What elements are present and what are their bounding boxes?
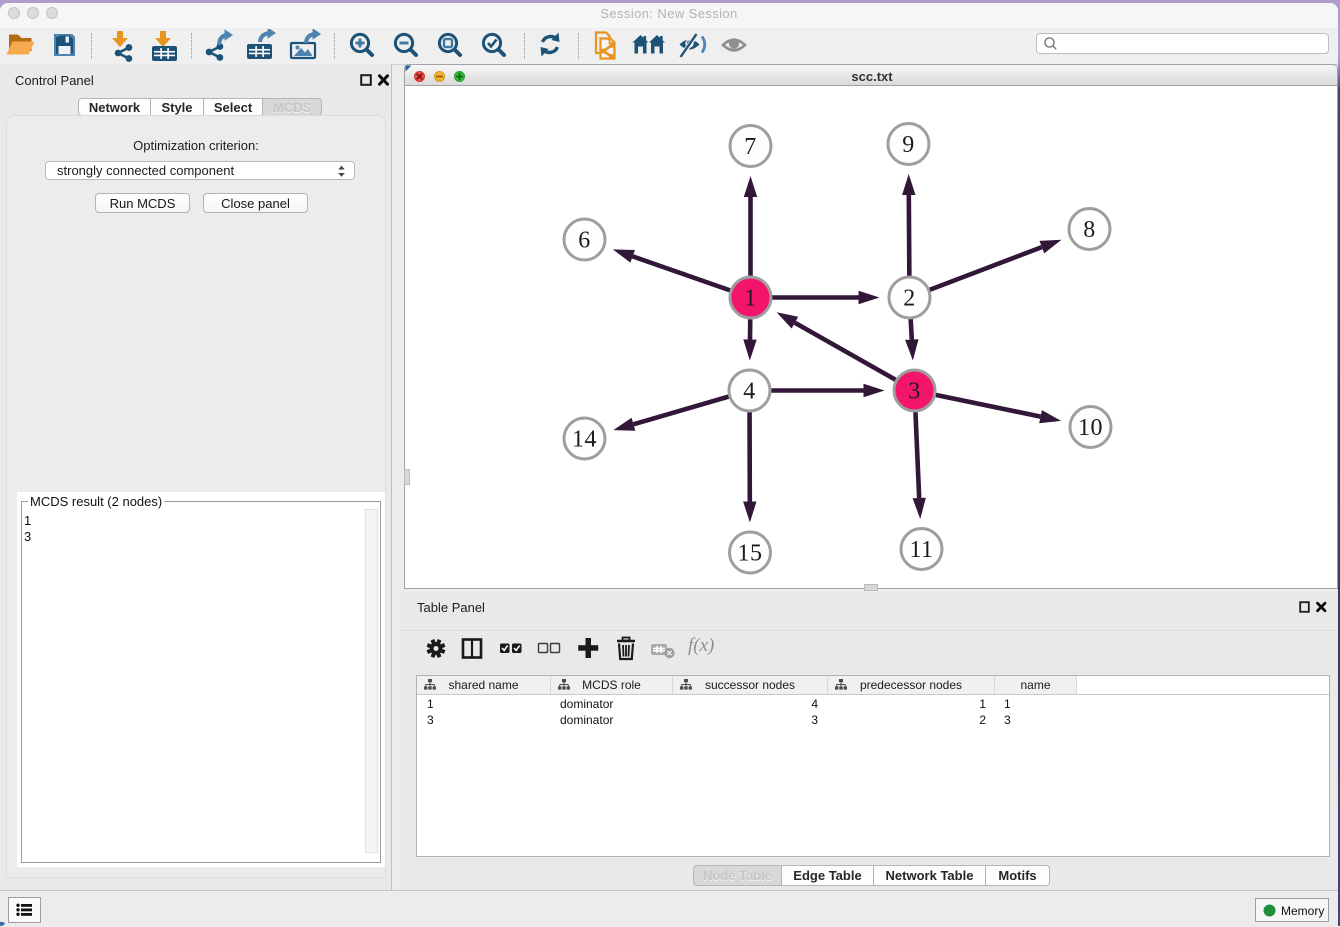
svg-text:10: 10 [1078,415,1103,441]
svg-text:14: 14 [572,426,597,452]
svg-text:11: 11 [909,537,933,563]
svg-text:8: 8 [1083,217,1096,243]
svg-text:1: 1 [744,285,757,311]
svg-text:2: 2 [903,285,916,311]
svg-text:15: 15 [738,540,763,566]
svg-text:4: 4 [743,378,756,404]
svg-text:3: 3 [908,378,921,404]
svg-text:9: 9 [902,132,915,158]
svg-text:6: 6 [578,227,591,253]
svg-text:7: 7 [744,134,757,160]
